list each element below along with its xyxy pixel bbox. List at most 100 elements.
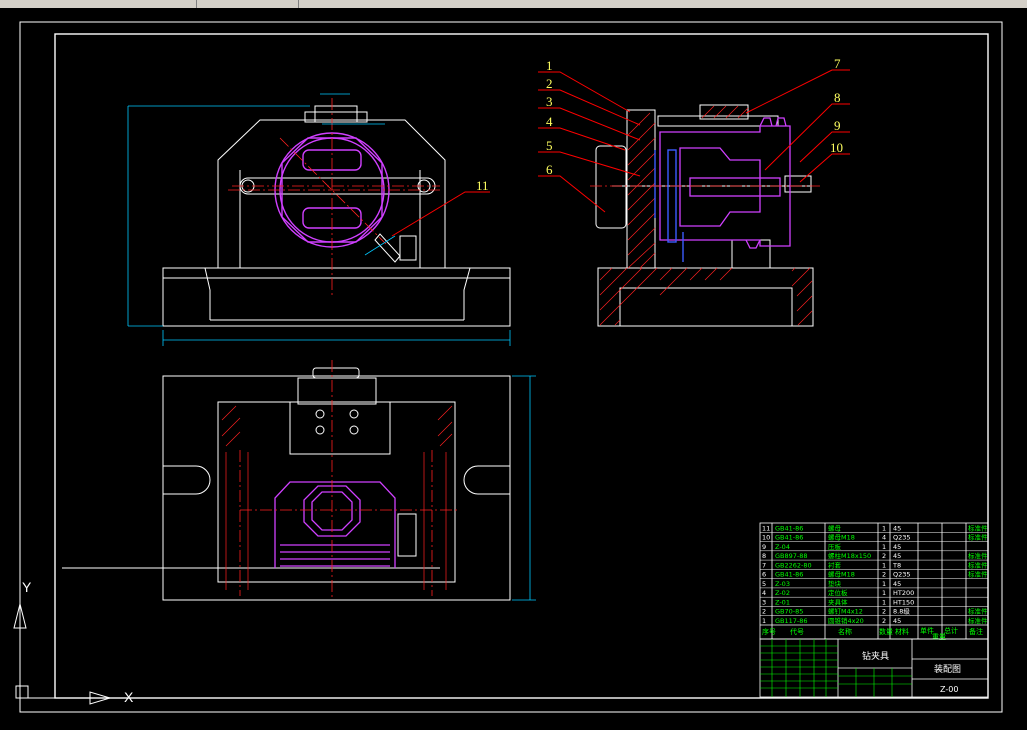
front-view — [162, 105, 511, 327]
bom-cell-material: 45 — [893, 580, 901, 588]
bom-cell-qty: 1 — [882, 589, 886, 597]
bom-cell-qty: 2 — [882, 617, 886, 625]
side-section-blue — [654, 149, 684, 262]
ucs-icon — [13, 600, 112, 705]
bom-cell-name: 夹具体 — [828, 597, 848, 606]
bom-cell-material: T8 — [892, 561, 901, 569]
bom-cell-note: 标准件 — [968, 607, 988, 616]
bom-cell-material: 8.8级 — [893, 607, 910, 616]
bom-cell-code: Z-01 — [775, 598, 790, 606]
bom-cell-qty: 1 — [882, 598, 886, 606]
bom-cell-name: 螺钉M4x12 — [828, 607, 863, 616]
bom-cell-note: 标准件 — [968, 523, 988, 532]
bom-cell-name: 定位板 — [828, 588, 848, 597]
top-view-dimensions — [512, 375, 536, 601]
bom-cell-no: 4 — [762, 589, 766, 597]
bom-cell-no: 10 — [762, 534, 770, 542]
top-view-workpiece — [274, 481, 396, 568]
balloon-11: 11 — [476, 178, 489, 193]
bom-cell-note: 标准件 — [968, 551, 988, 560]
balloon-3: 3 — [546, 94, 553, 109]
drawing-canvas[interactable]: 1 2 3 4 5 6 7 8 9 10 11 Y X 11 GB41-86 螺… — [0, 8, 1027, 722]
bom-cell-material: Q235 — [893, 534, 911, 542]
front-view-dimensions — [127, 93, 511, 346]
drawing-name: 钻夹具 — [862, 650, 889, 662]
balloon-2: 2 — [546, 76, 553, 91]
bom-cell-material: Q235 — [893, 571, 911, 579]
bom-cell-material: HT200 — [893, 589, 914, 597]
bom-cell-note: 标准件 — [968, 570, 988, 579]
bom-cell-qty: 1 — [882, 561, 886, 569]
bom-cell-no: 1 — [762, 617, 766, 625]
bom-header-no: 序号 — [762, 627, 776, 636]
bom-cell-no: 7 — [762, 561, 766, 569]
bom-cell-name: 圆锥销4x20 — [828, 616, 864, 625]
bom-cell-name: 螺母 — [828, 523, 842, 532]
balloon-5: 5 — [546, 138, 553, 153]
bom-cell-qty: 2 — [882, 552, 886, 560]
bom-cell-note: 标准件 — [968, 616, 988, 625]
bom-cell-code: GB41-86 — [775, 534, 803, 542]
bom-header-material: 材料 — [895, 627, 909, 636]
bom-cell-code: Z-02 — [775, 589, 790, 597]
bom-header-code: 代号 — [790, 627, 804, 636]
balloon-1: 1 — [546, 58, 553, 73]
drawing-type: 装配图 — [934, 663, 961, 675]
bom-cell-name: 压板 — [828, 542, 842, 551]
top-view-hatching — [221, 405, 453, 590]
bom-cell-material: 45 — [893, 617, 901, 625]
bom-cell-code: GB2262-80 — [775, 561, 812, 569]
status-bar — [0, 722, 1027, 730]
bom-cell-qty: 2 — [882, 571, 886, 579]
side-section-view — [595, 104, 814, 327]
balloon-8: 8 — [834, 90, 841, 105]
part-leaders — [391, 69, 850, 237]
drawing-number: Z-00 — [940, 685, 958, 694]
bom-cell-no: 6 — [762, 571, 766, 579]
bom-cell-qty: 1 — [882, 524, 886, 532]
bom-cell-note: 标准件 — [968, 533, 988, 542]
balloon-10: 10 — [830, 140, 843, 155]
side-section-hatching — [599, 105, 813, 326]
balloon-6: 6 — [546, 162, 553, 177]
bom-cell-name: 螺母M18 — [828, 533, 855, 542]
bom-cell-code: GB70-85 — [775, 608, 803, 616]
bom-cell-no: 5 — [762, 580, 766, 588]
bom-header-note: 备注 — [969, 627, 983, 636]
balloon-7: 7 — [834, 56, 841, 71]
application-top-strip — [0, 0, 1027, 8]
bom-header-name: 名称 — [838, 627, 852, 636]
balloon-9: 9 — [834, 118, 841, 133]
bom-cell-code: Z-04 — [775, 543, 790, 551]
bom-cell-qty: 4 — [882, 534, 886, 542]
bom-cell-name: 螺柱M18x150 — [828, 551, 871, 560]
bom-header-qty: 数量 — [879, 627, 893, 636]
top-view — [62, 367, 511, 601]
bom-header-weight-total: 总计 — [944, 626, 958, 635]
ucs-y-label: Y — [22, 579, 32, 595]
bom-cell-material: HT150 — [893, 598, 914, 606]
bom-cell-note: 标准件 — [968, 560, 988, 569]
bom-cell-no: 2 — [762, 608, 766, 616]
bom-cell-material: 45 — [893, 524, 901, 532]
bom-cell-name: 衬套 — [828, 560, 842, 569]
bom-cell-name: 垫块 — [828, 579, 842, 588]
balloon-4: 4 — [546, 114, 553, 129]
bom-cell-qty: 1 — [882, 580, 886, 588]
bom-cell-code: Z-03 — [775, 580, 790, 588]
bom-cell-no: 3 — [762, 598, 766, 606]
bom-cell-code: GB117-86 — [775, 617, 808, 625]
top-view-centerlines — [239, 360, 460, 600]
bom-rows: 11 GB41-86 螺母 1 45 标准件10 GB41-86 螺母M18 4 Q235 标准件9… — [760, 523, 988, 625]
ucs-x-label: X — [124, 689, 134, 705]
bom-cell-material: 45 — [893, 543, 901, 551]
bom-cell-code: GB41-86 — [775, 571, 803, 579]
bom-cell-qty: 1 — [882, 543, 886, 551]
bom-cell-code: GB41-86 — [775, 524, 803, 532]
bom-cell-code: GB897-88 — [775, 552, 808, 560]
bom-cell-material: 45 — [893, 552, 901, 560]
bom-cell-name: 螺母M18 — [828, 570, 855, 579]
bom-header-weight-title: 重量 — [932, 633, 946, 641]
bom-cell-qty: 2 — [882, 608, 886, 616]
bom-cell-no: 8 — [762, 552, 766, 560]
